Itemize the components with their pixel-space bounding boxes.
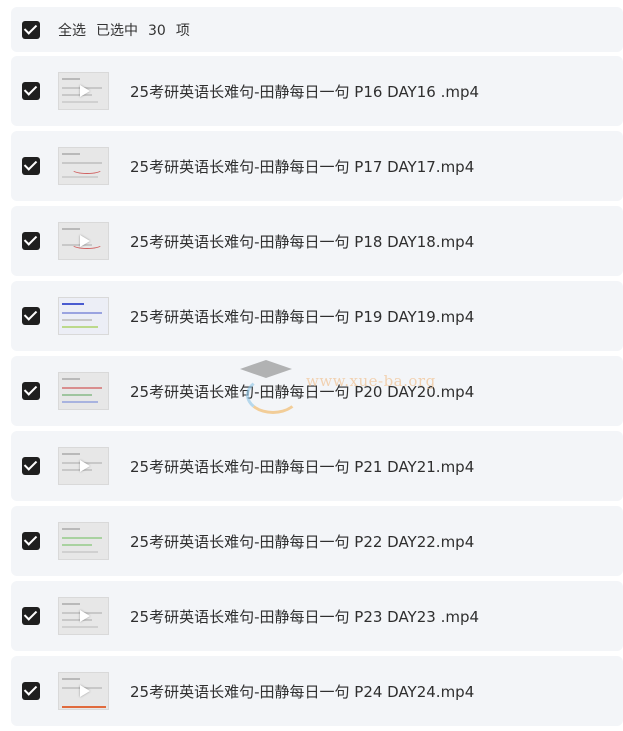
play-icon <box>79 685 90 697</box>
video-thumbnail <box>58 222 109 260</box>
file-row[interactable]: 25考研英语长难句-田静每日一句 P23 DAY23 .mp4 <box>11 581 623 651</box>
file-list: 25考研英语长难句-田静每日一句 P16 DAY16 .mp4 25考研英语长难… <box>11 56 623 731</box>
video-thumbnail <box>58 672 109 710</box>
file-row[interactable]: 25考研英语长难句-田静每日一句 P22 DAY22.mp4 <box>11 506 623 576</box>
play-icon <box>79 460 90 472</box>
file-checkbox[interactable] <box>22 232 40 250</box>
file-name: 25考研英语长难句-田静每日一句 P19 DAY19.mp4 <box>130 307 475 326</box>
select-all-label[interactable]: 全选 <box>58 23 86 39</box>
file-checkbox[interactable] <box>22 457 40 475</box>
file-name: 25考研英语长难句-田静每日一句 P16 DAY16 .mp4 <box>130 82 480 101</box>
selected-count: 30 <box>148 22 166 39</box>
video-thumbnail <box>58 297 109 335</box>
file-row[interactable]: 25考研英语长难句-田静每日一句 P18 DAY18.mp4 <box>11 206 623 276</box>
selection-summary: 全选 已选中 30 项 <box>58 20 200 40</box>
file-row[interactable]: 25考研英语长难句-田静每日一句 P17 DAY17.mp4 <box>11 131 623 201</box>
selected-suffix: 项 <box>175 22 190 39</box>
video-thumbnail <box>58 447 109 485</box>
select-all-checkbox[interactable] <box>22 20 40 39</box>
video-thumbnail <box>58 522 109 560</box>
play-icon <box>79 85 90 97</box>
play-icon <box>79 610 90 622</box>
file-name: 25考研英语长难句-田静每日一句 P20 DAY20.mp4 <box>130 382 475 401</box>
video-thumbnail <box>58 147 109 185</box>
file-checkbox[interactable] <box>22 382 40 400</box>
file-row[interactable]: 25考研英语长难句-田静每日一句 P16 DAY16 .mp4 <box>11 56 623 126</box>
file-name: 25考研英语长难句-田静每日一句 P17 DAY17.mp4 <box>130 157 475 176</box>
file-checkbox[interactable] <box>22 607 40 625</box>
file-name: 25考研英语长难句-田静每日一句 P22 DAY22.mp4 <box>130 532 475 551</box>
file-checkbox[interactable] <box>22 532 40 550</box>
file-name: 25考研英语长难句-田静每日一句 P23 DAY23 .mp4 <box>130 607 480 626</box>
file-row[interactable]: 25考研英语长难句-田静每日一句 P21 DAY21.mp4 <box>11 431 623 501</box>
file-checkbox[interactable] <box>22 307 40 325</box>
video-thumbnail <box>58 72 109 110</box>
file-name: 25考研英语长难句-田静每日一句 P21 DAY21.mp4 <box>130 457 475 476</box>
file-checkbox[interactable] <box>22 157 40 175</box>
file-checkbox[interactable] <box>22 682 40 700</box>
file-checkbox[interactable] <box>22 82 40 100</box>
selected-prefix: 已选中 <box>96 22 138 39</box>
select-all-bar: 全选 已选中 30 项 <box>11 7 623 52</box>
video-thumbnail <box>58 597 109 635</box>
file-name: 25考研英语长难句-田静每日一句 P18 DAY18.mp4 <box>130 232 475 251</box>
video-thumbnail <box>58 372 109 410</box>
file-row[interactable]: 25考研英语长难句-田静每日一句 P24 DAY24.mp4 <box>11 656 623 726</box>
file-row[interactable]: 25考研英语长难句-田静每日一句 P19 DAY19.mp4 <box>11 281 623 351</box>
play-icon <box>79 235 90 247</box>
file-row[interactable]: 25考研英语长难句-田静每日一句 P20 DAY20.mp4 <box>11 356 623 426</box>
file-name: 25考研英语长难句-田静每日一句 P24 DAY24.mp4 <box>130 682 475 701</box>
